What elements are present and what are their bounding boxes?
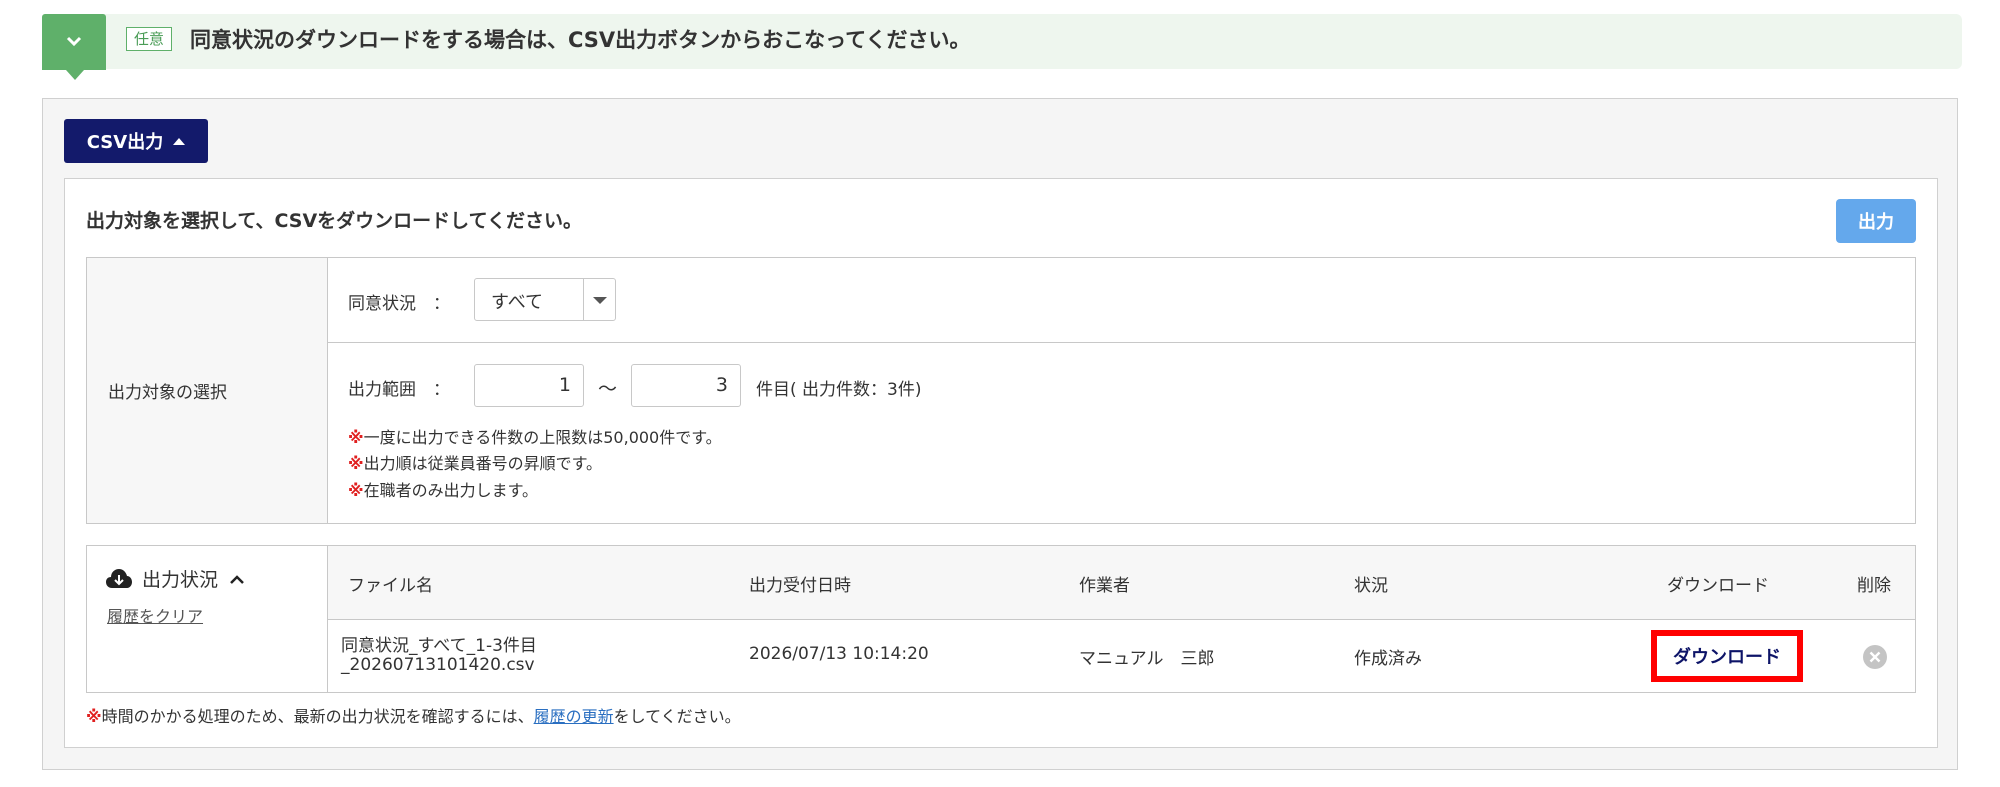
download-button[interactable]: ダウンロード	[1651, 630, 1803, 682]
clear-history-link[interactable]: 履歴をクリア	[107, 603, 203, 627]
range-separator: ～	[598, 378, 618, 400]
banner-message: 同意状況のダウンロードをする場合は、CSV出力ボタンからおこなってください。	[190, 28, 971, 52]
chevron-up-icon	[230, 574, 244, 584]
consent-status-select[interactable]: すべて	[474, 278, 616, 321]
caret-up-icon	[173, 137, 186, 145]
state-value: 作成済み	[1354, 649, 1422, 669]
row-divider	[327, 619, 1916, 620]
output-button[interactable]: 出力	[1836, 199, 1916, 243]
delete-icon[interactable]	[1862, 644, 1888, 670]
worker-name: マニュアル 三郎	[1079, 649, 1215, 669]
cloud-download-icon	[106, 568, 132, 588]
note-order: ※出力順は従業員番号の昇順です。	[348, 454, 602, 473]
row-divider	[327, 342, 1916, 343]
refresh-note: ※時間のかかる処理のため、最新の出力状況を確認するには、履歴の更新をしてください…	[86, 707, 741, 726]
consent-status-value: すべて	[491, 292, 544, 313]
refresh-history-link[interactable]: 履歴の更新	[534, 707, 614, 726]
column-header-worker: 作業者	[1079, 576, 1130, 596]
range-from-input[interactable]: 1	[474, 364, 584, 407]
column-header-filename: ファイル名	[348, 576, 433, 596]
note-active-only: ※在職者のみ出力します。	[348, 481, 538, 500]
chevron-down-icon	[66, 36, 82, 47]
note-limit: ※一度に出力できる件数の上限数は50,000件です。	[348, 428, 722, 447]
column-header-received-at: 出力受付日時	[749, 576, 851, 596]
output-status-toggle[interactable]: 出力状況	[106, 565, 246, 592]
file-name-line1: 同意状況_すべて_1-3件目	[341, 636, 537, 656]
csv-output-toggle-button[interactable]: CSV出力	[64, 119, 208, 163]
caret-down-icon	[593, 297, 607, 304]
column-header-delete: 削除	[1857, 576, 1891, 596]
banner-toggle-button[interactable]	[42, 14, 106, 80]
range-to-input[interactable]: 3	[631, 364, 741, 407]
consent-status-label: 同意状況 ：	[348, 294, 450, 314]
column-header-download: ダウンロード	[1667, 576, 1769, 596]
selection-section-label: 出力対象の選択	[108, 383, 227, 403]
panel-heading: 出力対象を選択して、CSVをダウンロードしてください。	[86, 210, 583, 232]
received-at: 2026/07/13 10:14:20	[749, 644, 929, 664]
output-status-title: 出力状況	[142, 569, 219, 591]
optional-badge: 任意	[126, 27, 173, 51]
column-header-state: 状況	[1354, 576, 1388, 596]
file-name-line2: _20260713101420.csv	[341, 655, 535, 675]
select-divider	[583, 279, 584, 320]
output-range-label: 出力範囲 ：	[348, 380, 450, 400]
csv-output-label: CSV出力	[86, 132, 164, 153]
range-suffix: 件目( 出力件数：3件)	[756, 380, 922, 400]
